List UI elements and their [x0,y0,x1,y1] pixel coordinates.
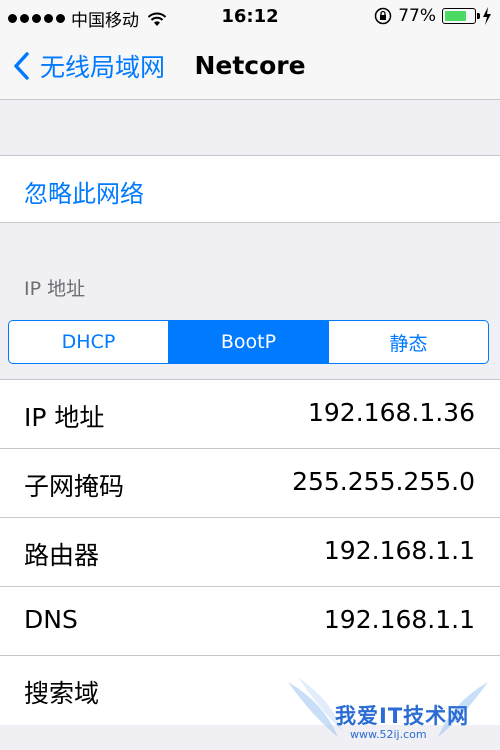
search-domain-label: 搜索域 [24,679,100,708]
ip-mode-segmented-control: DHCP BootP 静态 [8,320,489,364]
status-right: 77% [374,6,492,26]
ip-section-header: IP 地址 [24,278,86,300]
status-bar: 中国移动 16:12 77% [0,0,500,34]
battery-percent: 77% [398,6,436,26]
watermark-url: www.52ij.com [350,728,427,741]
watermark-text: 我爱IT技术网 [335,704,470,728]
router-row: 路由器 192.168.1.1 [0,518,500,587]
segment-static[interactable]: 静态 [329,321,488,363]
subnet-mask-row: 子网掩码 255.255.255.0 [0,449,500,518]
page-title-text: Netcore [194,51,306,80]
forget-network-label: 忽略此网络 [24,180,144,208]
segment-dhcp[interactable]: DHCP [9,321,169,363]
charging-bolt-icon [483,7,491,25]
subnet-mask-label: 子网掩码 [24,472,125,501]
battery-icon [442,8,480,24]
subnet-mask-value: 255.255.255.0 [292,467,475,496]
navigation-bar: 无线局域网 Netcore [0,34,500,100]
dns-row: DNS 192.168.1.1 [0,587,500,656]
dns-value: 192.168.1.1 [323,605,475,634]
ip-address-row: IP 地址 192.168.1.36 [0,380,500,449]
rotation-lock-icon [374,7,392,25]
router-label: 路由器 [24,541,100,570]
forget-network-button[interactable]: 忽略此网络 [0,155,500,223]
dns-label: DNS [24,605,78,634]
page-title: Netcore [0,51,500,80]
ip-address-label: IP 地址 [24,403,105,432]
router-value: 192.168.1.1 [323,536,475,565]
segment-bootp[interactable]: BootP [169,321,329,363]
ip-address-value: 192.168.1.36 [308,398,475,427]
